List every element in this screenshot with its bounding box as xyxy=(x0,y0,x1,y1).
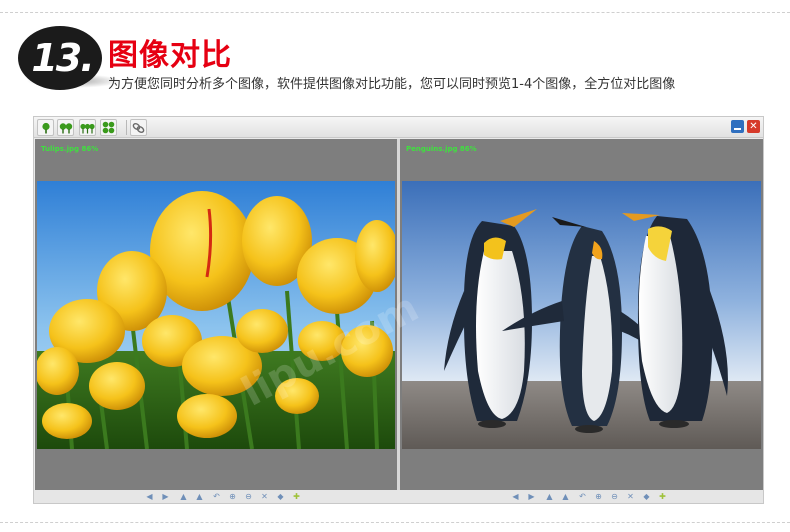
section-subtitle: 为方便您同时分析多个图像，软件提供图像对比功能，您可以同时预览1-4个图像，全方… xyxy=(108,77,676,92)
minimize-icon[interactable] xyxy=(731,120,744,133)
top-dashed-rule xyxy=(0,12,790,13)
fit-icon[interactable]: ✕ xyxy=(259,491,270,502)
chain-link-icon[interactable] xyxy=(130,119,147,136)
rotate-left-icon[interactable]: ▲ xyxy=(544,491,555,502)
bottom-dashed-rule xyxy=(0,522,790,523)
image-controls-bar: ◀ ▶ ▲ ▲ ↶ ⊕ ⊖ ✕ ◆ ✚ ◀ ▶ ▲ ▲ ↶ ⊕ ⊖ ✕ ◆ ✚ xyxy=(34,490,763,503)
undo-icon[interactable]: ↶ xyxy=(211,491,222,502)
step-number: 13. xyxy=(31,36,94,80)
add-icon[interactable]: ✚ xyxy=(657,491,668,502)
rotate-right-icon[interactable]: ▲ xyxy=(560,491,571,502)
compare-pane-left[interactable]: Tulips.jpg 86% xyxy=(35,139,397,490)
tulips-photo xyxy=(37,181,395,449)
fit-icon[interactable]: ✕ xyxy=(625,491,636,502)
actual-size-icon[interactable]: ◆ xyxy=(275,491,286,502)
close-icon[interactable]: ✕ xyxy=(747,120,760,133)
pane-file-label: Tulips.jpg 86% xyxy=(41,145,99,153)
zoom-out-icon[interactable]: ⊖ xyxy=(609,491,620,502)
previous-icon[interactable]: ◀ xyxy=(510,491,521,502)
previous-icon[interactable]: ◀ xyxy=(144,491,155,502)
add-icon[interactable]: ✚ xyxy=(291,491,302,502)
undo-icon[interactable]: ↶ xyxy=(577,491,588,502)
two-trees-icon[interactable] xyxy=(57,119,74,136)
next-icon[interactable]: ▶ xyxy=(160,491,171,502)
toolbar: ✕ xyxy=(34,117,763,138)
zoom-out-icon[interactable]: ⊖ xyxy=(243,491,254,502)
next-icon[interactable]: ▶ xyxy=(526,491,537,502)
image-compare-window: ✕ Tulips.jpg 86% Penguins.jpg 86% lipu.c… xyxy=(33,116,764,504)
three-trees-icon[interactable] xyxy=(79,119,96,136)
one-tree-icon[interactable] xyxy=(37,119,54,136)
actual-size-icon[interactable]: ◆ xyxy=(641,491,652,502)
rotate-left-icon[interactable]: ▲ xyxy=(178,491,189,502)
toolbar-separator xyxy=(126,120,127,135)
rotate-right-icon[interactable]: ▲ xyxy=(194,491,205,502)
zoom-in-icon[interactable]: ⊕ xyxy=(593,491,604,502)
pane-file-label: Penguins.jpg 86% xyxy=(406,145,477,153)
section-title: 图像对比 xyxy=(108,38,232,73)
zoom-in-icon[interactable]: ⊕ xyxy=(227,491,238,502)
penguins-photo xyxy=(402,181,761,449)
four-trees-icon[interactable] xyxy=(100,119,117,136)
compare-pane-right[interactable]: Penguins.jpg 86% xyxy=(400,139,763,490)
